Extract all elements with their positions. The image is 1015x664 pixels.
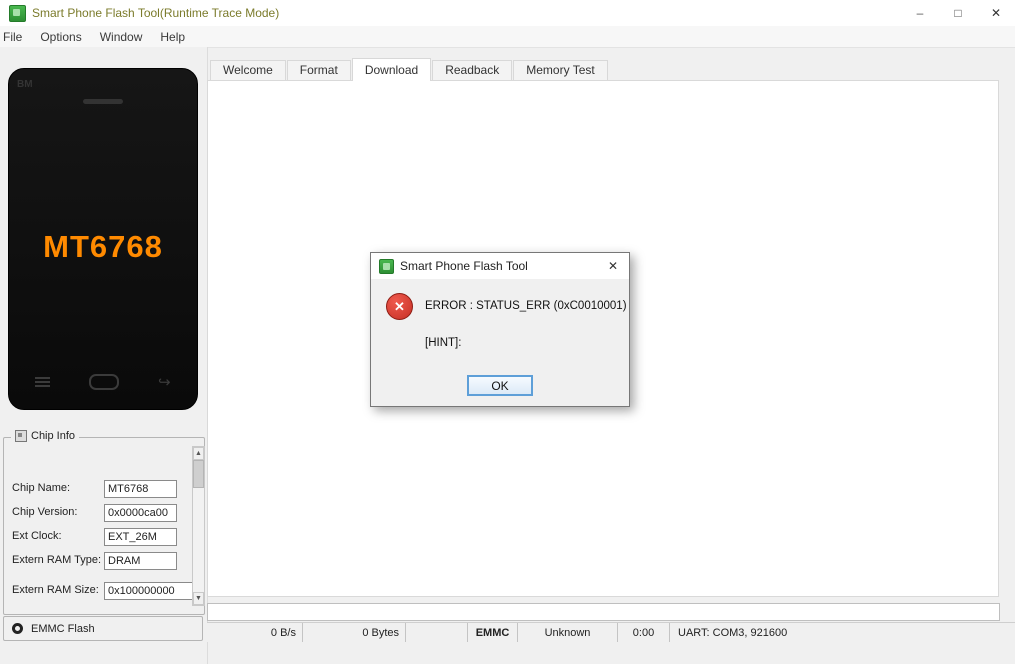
status-bytes: 0 Bytes xyxy=(303,623,406,642)
status-bar: 0 B/s 0 Bytes EMMC Unknown 0:00 UART: CO… xyxy=(207,622,1015,642)
app-window: Smart Phone Flash Tool(Runtime Trace Mod… xyxy=(0,0,1015,664)
dialog-title-bar: Smart Phone Flash Tool ✕ xyxy=(371,253,629,279)
scroll-down-icon[interactable] xyxy=(193,592,204,605)
status-time: 0:00 xyxy=(618,623,670,642)
menu-window[interactable]: Window xyxy=(91,30,152,44)
title-bar: Smart Phone Flash Tool(Runtime Trace Mod… xyxy=(0,0,1015,27)
tab-readback[interactable]: Readback xyxy=(432,60,513,80)
menu-options[interactable]: Options xyxy=(31,30,90,44)
dialog-close-button[interactable]: ✕ xyxy=(597,253,629,279)
window-title: Smart Phone Flash Tool(Runtime Trace Mod… xyxy=(32,6,280,20)
storage-type-box: EMMC Flash xyxy=(3,616,203,641)
dialog-title: Smart Phone Flash Tool xyxy=(400,259,528,273)
app-icon xyxy=(379,258,394,274)
menu-help[interactable]: Help xyxy=(151,30,194,44)
tab-memory-test[interactable]: Memory Test xyxy=(513,60,608,80)
ram-type-value: DRAM xyxy=(104,552,177,570)
phone-chip-label: MT6768 xyxy=(43,229,163,264)
tab-download[interactable]: Download xyxy=(351,58,432,81)
menu-bar: File Options Window Help xyxy=(0,26,1015,48)
ext-clock-value: EXT_26M xyxy=(104,528,177,546)
dialog-hint-text: [HINT]: xyxy=(425,337,462,349)
chip-info-group: Chip Info Chip Name: MT6768 Chip Version… xyxy=(3,430,205,615)
tab-format[interactable]: Format xyxy=(286,60,351,80)
status-state: Unknown xyxy=(518,623,618,642)
storage-type-label: EMMC Flash xyxy=(31,622,95,635)
left-panel: BM MT6768 ↩ Chip Info Chip Name: MT6768 … xyxy=(0,47,208,664)
phone-speaker xyxy=(83,99,123,104)
ram-size-value: 0x100000000 xyxy=(104,582,193,600)
phone-watermark: BM xyxy=(17,79,33,90)
chip-icon xyxy=(15,430,27,442)
phone-graphic: BM MT6768 ↩ xyxy=(8,68,198,410)
window-controls: – □ ✕ xyxy=(901,0,1015,26)
ram-type-label: Extern RAM Type: xyxy=(12,554,102,566)
status-empty xyxy=(406,623,468,642)
tab-welcome[interactable]: Welcome xyxy=(210,60,286,80)
status-speed: 0 B/s xyxy=(207,623,303,642)
phone-menu-icon xyxy=(35,375,50,389)
progress-bar xyxy=(207,603,1000,621)
ok-button[interactable]: OK xyxy=(467,375,533,396)
chip-name-value: MT6768 xyxy=(104,480,177,498)
chip-name-label: Chip Name: xyxy=(12,482,71,494)
chip-info-title: Chip Info xyxy=(31,430,76,442)
ram-size-label: Extern RAM Size: xyxy=(12,584,99,596)
minimize-button[interactable]: – xyxy=(901,0,939,26)
status-storage: EMMC xyxy=(468,623,518,642)
status-port: UART: COM3, 921600 xyxy=(678,626,788,639)
storage-icon xyxy=(12,623,23,634)
error-dialog: Smart Phone Flash Tool ✕ ERROR : STATUS_… xyxy=(370,252,630,407)
phone-home-icon xyxy=(89,374,120,390)
maximize-button[interactable]: □ xyxy=(939,0,977,26)
phone-nav-bar: ↩ xyxy=(9,373,197,391)
menu-file[interactable]: File xyxy=(0,30,31,44)
chip-info-legend: Chip Info xyxy=(11,430,80,442)
chip-version-value: 0x0000ca00 xyxy=(104,504,177,522)
phone-back-icon: ↩ xyxy=(158,374,171,391)
ext-clock-label: Ext Clock: xyxy=(12,530,62,542)
error-icon xyxy=(386,293,413,320)
chip-info-scrollbar[interactable] xyxy=(192,446,205,606)
scroll-up-icon[interactable] xyxy=(193,447,204,460)
chip-version-label: Chip Version: xyxy=(12,506,78,518)
close-button[interactable]: ✕ xyxy=(977,0,1015,26)
tab-bar: Welcome Format Download Readback Memory … xyxy=(210,58,609,81)
dialog-error-text: ERROR : STATUS_ERR (0xC0010001) xyxy=(425,300,627,312)
app-icon xyxy=(9,4,26,22)
scroll-thumb[interactable] xyxy=(193,460,204,488)
